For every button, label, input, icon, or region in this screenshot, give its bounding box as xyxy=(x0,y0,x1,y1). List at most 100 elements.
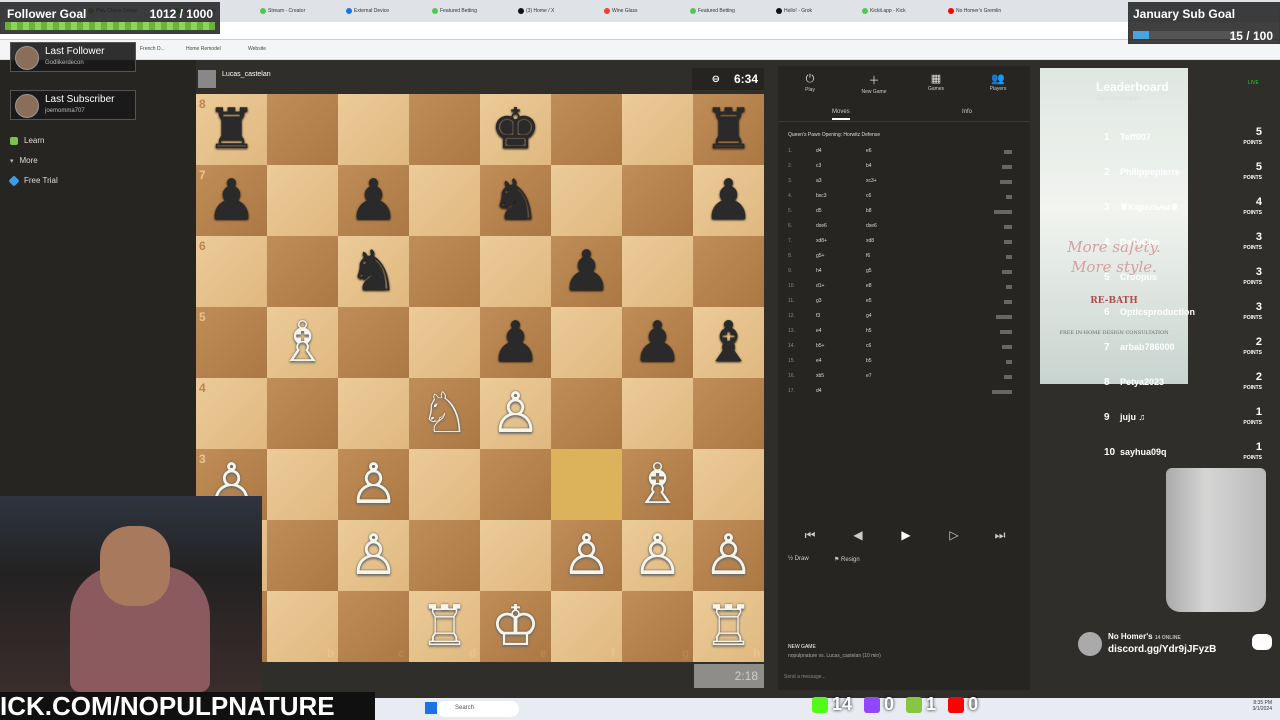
white-move[interactable]: bxc3 xyxy=(816,193,827,199)
white-piece-h1[interactable]: ♖ xyxy=(693,591,764,662)
white-piece-f2[interactable]: ♙ xyxy=(551,520,622,591)
black-move[interactable]: h5 xyxy=(866,328,872,334)
bookmark-home-remodel[interactable]: Home Remodel xyxy=(186,46,221,52)
next-move-button[interactable]: ▷ xyxy=(934,528,974,542)
white-move[interactable]: e4 xyxy=(816,358,822,364)
first-move-button[interactable]: ⏮ xyxy=(790,528,830,543)
square-b8[interactable] xyxy=(267,94,338,165)
square-d2[interactable] xyxy=(409,520,480,591)
square-f4[interactable] xyxy=(551,378,622,449)
tab-info[interactable]: Info xyxy=(962,109,972,115)
square-f5[interactable] xyxy=(551,307,622,378)
square-a4[interactable] xyxy=(196,378,267,449)
white-move[interactable]: c3 xyxy=(816,163,821,169)
nav-games[interactable]: ▦ Games xyxy=(906,72,966,92)
square-b4[interactable] xyxy=(267,378,338,449)
white-move[interactable]: a3 xyxy=(816,178,822,184)
black-piece-c6[interactable]: ♞ xyxy=(338,236,409,307)
square-e6[interactable] xyxy=(480,236,551,307)
browser-tab[interactable]: External Device xyxy=(346,4,426,18)
square-e2[interactable] xyxy=(480,520,551,591)
black-move[interactable]: xc3+ xyxy=(866,178,877,184)
square-g4[interactable] xyxy=(622,378,693,449)
white-move[interactable]: d4 xyxy=(816,388,822,394)
white-move[interactable]: d1+ xyxy=(816,283,824,289)
nav-play[interactable]: ⏻ Play xyxy=(780,72,840,93)
black-move[interactable]: b5 xyxy=(866,358,872,364)
browser-tab[interactable]: Kickit.app - Kick xyxy=(862,4,942,18)
square-a5[interactable] xyxy=(196,307,267,378)
white-piece-h2[interactable]: ♙ xyxy=(693,520,764,591)
start-icon[interactable] xyxy=(425,702,437,714)
resign-button[interactable]: ⚑ Resign xyxy=(834,556,860,563)
white-move[interactable]: g3 xyxy=(816,298,822,304)
browser-tab[interactable]: Featured Betting xyxy=(432,4,512,18)
tab-moves[interactable]: Moves xyxy=(832,109,850,120)
square-d6[interactable] xyxy=(409,236,480,307)
white-piece-c2[interactable]: ♙ xyxy=(338,520,409,591)
square-c5[interactable] xyxy=(338,307,409,378)
white-move[interactable]: f3 xyxy=(816,313,820,319)
browser-tab[interactable]: Featured Betting xyxy=(690,4,770,18)
white-piece-d4[interactable]: ♘ xyxy=(409,378,480,449)
black-move[interactable]: e6 xyxy=(866,148,872,154)
white-piece-g3[interactable]: ♗ xyxy=(622,449,693,520)
white-piece-g2[interactable]: ♙ xyxy=(622,520,693,591)
chat-input[interactable]: Send a message... xyxy=(784,674,826,680)
white-move[interactable]: e4 xyxy=(816,328,822,334)
square-d5[interactable] xyxy=(409,307,480,378)
black-piece-h7[interactable]: ♟ xyxy=(693,165,764,236)
black-move[interactable]: g4 xyxy=(866,313,872,319)
opponent-name[interactable]: Lucas_castelan xyxy=(222,71,271,78)
play-moves-button[interactable]: ▶ xyxy=(886,528,926,542)
sidebar-item-more[interactable]: ▾ More xyxy=(10,156,38,165)
square-h4[interactable] xyxy=(693,378,764,449)
black-piece-e5[interactable]: ♟ xyxy=(480,307,551,378)
black-move[interactable]: c6 xyxy=(866,343,871,349)
square-h3[interactable] xyxy=(693,449,764,520)
white-move[interactable]: d5 xyxy=(816,208,822,214)
nav-new-game[interactable]: ＋ New Game xyxy=(844,72,904,95)
black-piece-h8[interactable]: ♜ xyxy=(693,94,764,165)
black-piece-e7[interactable]: ♞ xyxy=(480,165,551,236)
nav-players[interactable]: 👥 Players xyxy=(968,72,1028,92)
white-piece-b5[interactable]: ♗ xyxy=(267,307,338,378)
bookmark-website[interactable]: Website xyxy=(248,46,266,52)
browser-tab[interactable]: (3) Home / X xyxy=(518,4,598,18)
black-move[interactable]: b8 xyxy=(866,208,872,214)
square-b7[interactable] xyxy=(267,165,338,236)
draw-button[interactable]: ½ Draw xyxy=(788,556,809,562)
black-piece-f6[interactable]: ♟ xyxy=(551,236,622,307)
white-piece-d1[interactable]: ♖ xyxy=(409,591,480,662)
black-piece-a8[interactable]: ♜ xyxy=(196,94,267,165)
black-piece-h5[interactable]: ♝ xyxy=(693,307,764,378)
black-move[interactable]: g5 xyxy=(866,268,872,274)
square-d3[interactable] xyxy=(409,449,480,520)
white-move[interactable]: b5+ xyxy=(816,343,824,349)
bookmark-french[interactable]: French D... xyxy=(140,46,165,52)
white-move[interactable]: dxe6 xyxy=(816,223,827,229)
square-f3[interactable] xyxy=(551,449,622,520)
white-move[interactable]: xb5 xyxy=(816,373,824,379)
square-g6[interactable] xyxy=(622,236,693,307)
browser-tab[interactable]: No Homer's Gremlin xyxy=(948,4,1028,18)
black-move[interactable]: c6 xyxy=(866,193,871,199)
opening-name[interactable]: Queen's Pawn Opening: Horwitz Defense xyxy=(788,132,880,138)
white-move[interactable]: d4 xyxy=(816,148,822,154)
white-piece-e1[interactable]: ♔ xyxy=(480,591,551,662)
browser-tab[interactable]: Stream - Creator xyxy=(260,4,340,18)
white-piece-e4[interactable]: ♙ xyxy=(480,378,551,449)
square-c8[interactable] xyxy=(338,94,409,165)
browser-tab[interactable]: Wine Glass xyxy=(604,4,684,18)
square-b3[interactable] xyxy=(267,449,338,520)
square-g8[interactable] xyxy=(622,94,693,165)
square-b2[interactable] xyxy=(267,520,338,591)
sidebar-item-learn[interactable]: Learn xyxy=(10,136,44,145)
square-d8[interactable] xyxy=(409,94,480,165)
square-f8[interactable] xyxy=(551,94,622,165)
prev-move-button[interactable]: ◀ xyxy=(838,528,878,542)
black-piece-e8[interactable]: ♚ xyxy=(480,94,551,165)
square-c4[interactable] xyxy=(338,378,409,449)
taskbar-search[interactable]: Search xyxy=(437,701,519,717)
black-move[interactable]: e8 xyxy=(866,283,872,289)
